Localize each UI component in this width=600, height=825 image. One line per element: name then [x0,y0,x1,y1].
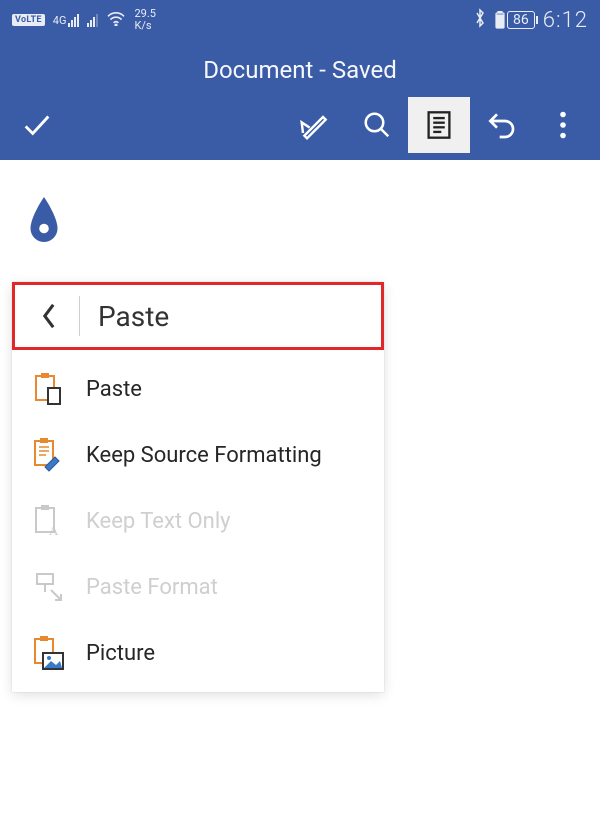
volte-badge: VoLTE [12,14,45,26]
paste-option-label: Paste Format [86,575,218,600]
done-button[interactable] [6,97,68,153]
app-header: VoLTE 4G 29.5 K/s [0,0,600,160]
clock: 6:12 [543,8,588,33]
clipboard-picture-icon [30,635,66,671]
battery-icon: 86 [495,11,535,30]
toolbar [0,96,600,160]
document-canvas[interactable] [0,160,600,252]
battery-level: 86 [507,11,535,30]
paste-option-text-only: A Keep Text Only [12,488,384,554]
wifi-icon [106,10,126,30]
signal-bars-icon [68,13,79,27]
paste-menu-panel: Paste Paste [12,282,384,692]
paste-option-keep-source[interactable]: Keep Source Formatting [12,422,384,488]
paste-option-label: Picture [86,641,155,666]
network-4g: 4G [53,13,80,27]
paste-options-list: Paste Keep Source Formatting [12,350,384,692]
edit-pen-button[interactable] [284,97,346,153]
clipboard-text-icon: A [30,504,66,538]
document-title: Document - Saved [0,40,600,96]
paste-option-label: Keep Text Only [86,509,231,534]
paste-option-format: Paste Format [12,554,384,620]
paste-option-label: Keep Source Formatting [86,443,322,468]
clipboard-brush-icon [30,437,66,473]
second-signal-icon [87,13,98,27]
net-speed: 29.5 K/s [134,8,155,31]
format-brush-icon [30,570,66,604]
svg-text:A: A [49,523,59,538]
more-menu-button[interactable] [532,97,594,153]
paste-menu-header[interactable]: Paste [12,282,384,350]
paste-option-paste[interactable]: Paste [12,356,384,422]
clipboard-paste-icon [30,372,66,406]
panel-title: Paste [98,300,169,333]
back-button[interactable] [29,302,69,330]
reading-view-button[interactable] [408,97,470,153]
paste-option-label: Paste [86,377,142,402]
header-divider [79,296,80,336]
undo-button[interactable] [470,97,532,153]
paste-option-picture[interactable]: Picture [12,620,384,686]
bluetooth-icon [473,8,487,32]
status-bar: VoLTE 4G 29.5 K/s [0,0,600,40]
search-button[interactable] [346,97,408,153]
cursor-handle-icon[interactable] [26,233,62,252]
